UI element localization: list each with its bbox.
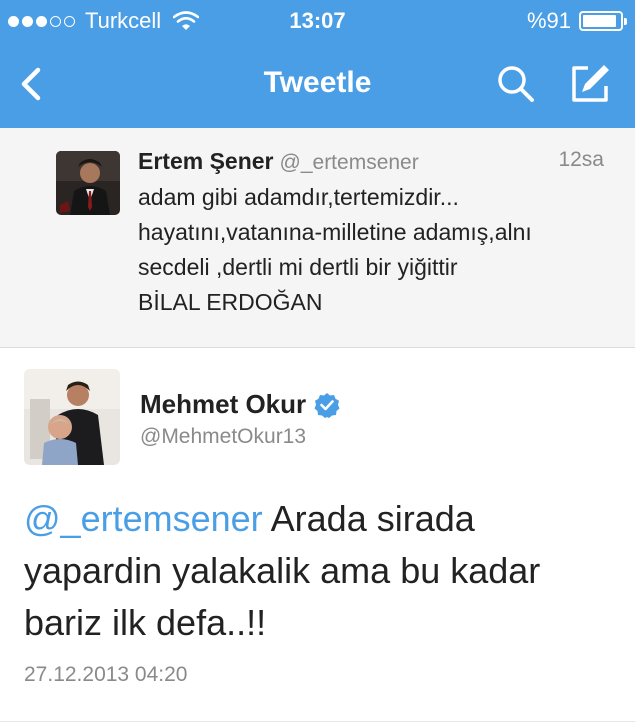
profile-photo-mehmet-okur [24,369,120,465]
author-handle[interactable]: @MehmetOkur13 [140,425,306,449]
tweet-text: @_ertemsener Arada sirada yapardin yalak… [24,493,614,649]
compose-button[interactable] [566,60,614,108]
replied-tweet[interactable]: Ertem Şener @_ertemsener 12sa adam gibi a… [0,128,635,348]
compose-icon [572,65,609,102]
main-tweet: Mehmet Okur @MehmetOkur13 @_ertemsener A… [0,349,635,725]
tweet-text-line: @_ertemsener Arada sirada [24,493,614,545]
tweet-text-fragment: Arada sirada [262,498,475,539]
divider [0,721,635,722]
tweet-text-line: adam gibi adamdır,tertemizdir... [138,184,459,210]
author-handle[interactable]: @_ertemsener [280,151,419,174]
navigation-bar: Tweetle [0,52,635,116]
battery-icon [579,11,627,31]
replied-tweet-text: adam gibi adamdır,tertemizdir... hayatın… [138,180,618,320]
battery-group: %91 [526,8,627,34]
mention-link[interactable]: @_ertemsener [24,498,263,539]
battery-level [583,15,616,27]
avatar[interactable] [56,151,120,215]
replied-tweet-header: Ertem Şener @_ertemsener 12sa [138,148,618,175]
tweet-text-line: yapardin yalakalik ama bu kadar [24,550,541,591]
tweet-text-line: hayatını,vatanına-milletine adamış,alnı [138,219,532,245]
tweet-timestamp: 12sa [558,148,604,171]
tweet-text-line: BİLAL ERDOĞAN [138,289,323,315]
avatar[interactable] [24,369,120,465]
author-name-row: Mehmet Okur [140,389,340,420]
app-header: Turkcell 13:07 %91 Tweetle [0,0,635,128]
battery-percent: %91 [526,8,571,33]
profile-photo-ertem-sener [56,151,120,215]
author-name[interactable]: Ertem Şener [138,148,274,174]
page-title: Tweetle [263,66,372,99]
verified-badge-icon [314,392,340,418]
search-button[interactable] [494,62,538,106]
search-icon [498,66,534,102]
tweet-text-line: secdeli ,dertli mi dertli bir yiğittir [138,254,458,280]
tweet-text-line: bariz ilk defa..!! [24,602,267,643]
battery-tip [624,18,627,25]
status-bar: Turkcell 13:07 %91 [0,0,635,42]
tweet-date: 27.12.2013 04:20 [24,663,188,686]
author-name[interactable]: Mehmet Okur [140,389,306,420]
